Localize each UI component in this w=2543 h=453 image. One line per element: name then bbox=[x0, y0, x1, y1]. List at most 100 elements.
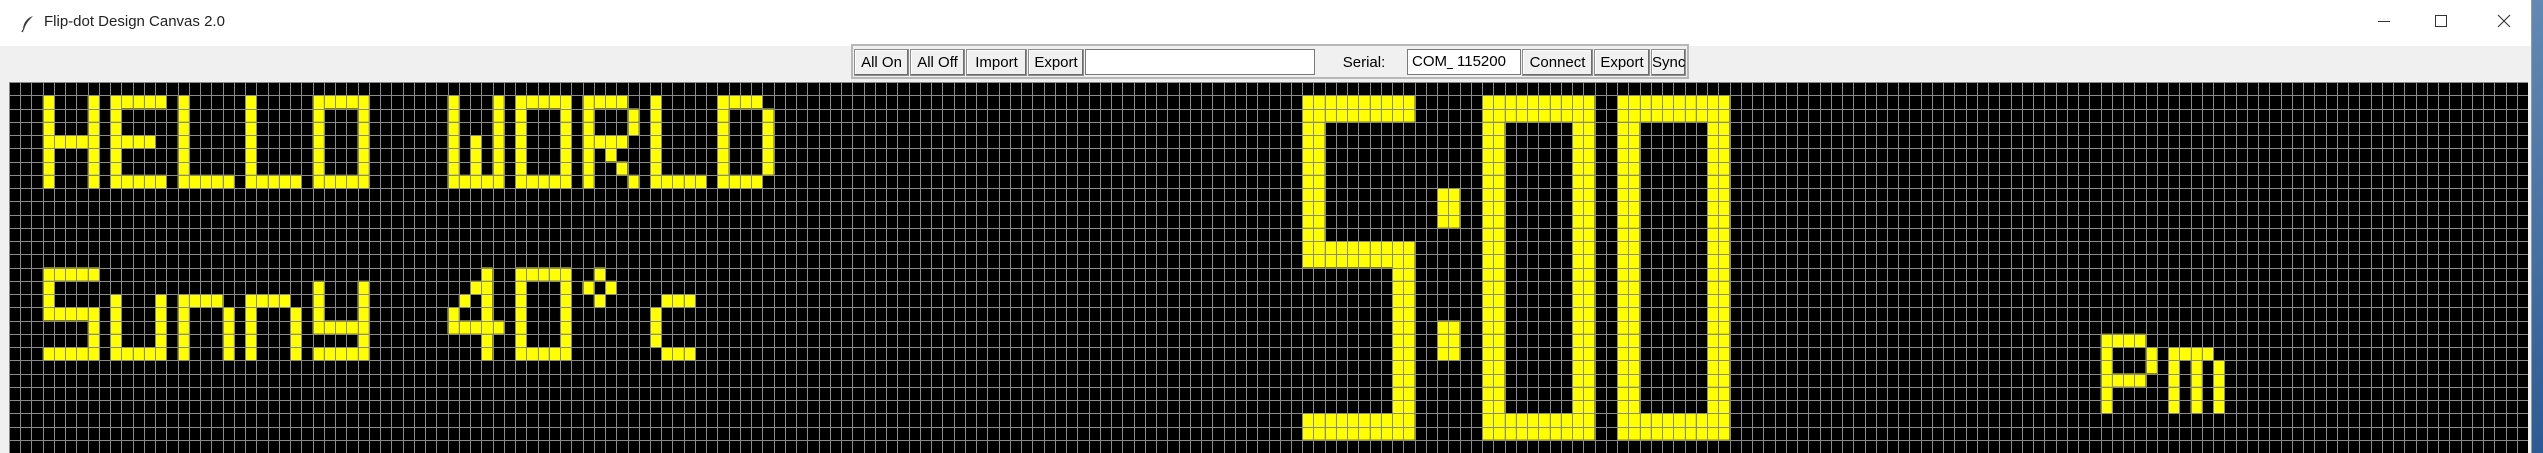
dot-on[interactable] bbox=[1313, 241, 1325, 255]
dot-on[interactable] bbox=[1493, 280, 1505, 294]
dot-on[interactable] bbox=[526, 267, 538, 281]
dot-on[interactable] bbox=[42, 174, 54, 188]
dot-on[interactable] bbox=[2111, 373, 2124, 387]
dot-on[interactable] bbox=[87, 320, 99, 334]
dot-on[interactable] bbox=[1628, 214, 1640, 228]
dot-on[interactable] bbox=[335, 347, 347, 361]
dot-on[interactable] bbox=[1718, 227, 1730, 241]
dot-on[interactable] bbox=[1572, 148, 1584, 162]
dot-on[interactable] bbox=[515, 320, 527, 334]
dot-on[interactable] bbox=[323, 174, 336, 188]
dot-on[interactable] bbox=[1718, 121, 1730, 135]
dot-on[interactable] bbox=[1313, 148, 1325, 162]
dot-on[interactable] bbox=[2190, 360, 2202, 374]
text-input[interactable] bbox=[1085, 49, 1315, 75]
dot-on[interactable] bbox=[1493, 360, 1505, 374]
dot-on[interactable] bbox=[222, 174, 234, 188]
dot-on[interactable] bbox=[560, 294, 572, 308]
dot-on[interactable] bbox=[560, 320, 572, 334]
dot-on[interactable] bbox=[1347, 108, 1359, 122]
dot-on[interactable] bbox=[481, 294, 493, 308]
dot-on[interactable] bbox=[1448, 188, 1460, 202]
dot-on[interactable] bbox=[548, 267, 561, 281]
dot-on[interactable] bbox=[132, 347, 144, 361]
dot-on[interactable] bbox=[357, 320, 369, 334]
dot-on[interactable] bbox=[1583, 95, 1595, 109]
dot-on[interactable] bbox=[1560, 413, 1573, 427]
dot-on[interactable] bbox=[1617, 135, 1629, 149]
dot-on[interactable] bbox=[42, 347, 54, 361]
dot-on[interactable] bbox=[548, 347, 561, 361]
dot-on[interactable] bbox=[672, 174, 684, 188]
dot-on[interactable] bbox=[447, 108, 459, 122]
dot-on[interactable] bbox=[2213, 386, 2225, 400]
dot-on[interactable] bbox=[256, 294, 268, 308]
dot-on[interactable] bbox=[1515, 413, 1528, 427]
dot-on[interactable] bbox=[1504, 413, 1516, 427]
dot-on[interactable] bbox=[1380, 241, 1393, 255]
dot-on[interactable] bbox=[1403, 320, 1415, 334]
dot-on[interactable] bbox=[1572, 320, 1584, 334]
dot-on[interactable] bbox=[582, 135, 594, 149]
dot-on[interactable] bbox=[1493, 347, 1505, 361]
dot-on[interactable] bbox=[1718, 214, 1730, 228]
dot-on[interactable] bbox=[470, 320, 482, 334]
dot-on[interactable] bbox=[1718, 135, 1730, 149]
dot-on[interactable] bbox=[492, 161, 504, 175]
dot-on[interactable] bbox=[1628, 333, 1640, 347]
dot-on[interactable] bbox=[1718, 373, 1730, 387]
dot-on[interactable] bbox=[1628, 201, 1640, 215]
dot-on[interactable] bbox=[2213, 400, 2225, 414]
dot-on[interactable] bbox=[481, 347, 493, 361]
dot-on[interactable] bbox=[1448, 214, 1460, 228]
dot-on[interactable] bbox=[1662, 95, 1674, 109]
dot-on[interactable] bbox=[1617, 254, 1629, 268]
dot-on[interactable] bbox=[1718, 241, 1730, 255]
dot-on[interactable] bbox=[245, 108, 257, 122]
dot-on[interactable] bbox=[312, 135, 324, 149]
dot-on[interactable] bbox=[1707, 214, 1719, 228]
dot-on[interactable] bbox=[762, 108, 774, 122]
dot-on[interactable] bbox=[1538, 426, 1550, 440]
dot-on[interactable] bbox=[42, 280, 54, 294]
dot-on[interactable] bbox=[177, 307, 189, 321]
dot-on[interactable] bbox=[1639, 426, 1651, 440]
dot-on[interactable] bbox=[1482, 386, 1494, 400]
dot-on[interactable] bbox=[1302, 426, 1314, 440]
dot-on[interactable] bbox=[155, 333, 167, 347]
dot-on[interactable] bbox=[245, 320, 257, 334]
dot-on[interactable] bbox=[188, 294, 201, 308]
dot-on[interactable] bbox=[1617, 413, 1629, 427]
dot-on[interactable] bbox=[87, 108, 99, 122]
dot-on[interactable] bbox=[515, 307, 527, 321]
dot-on[interactable] bbox=[1617, 201, 1629, 215]
dot-on[interactable] bbox=[1583, 121, 1595, 135]
dot-on[interactable] bbox=[1718, 400, 1730, 414]
dot-on[interactable] bbox=[177, 121, 189, 135]
dot-on[interactable] bbox=[650, 320, 662, 334]
dot-on[interactable] bbox=[2168, 386, 2180, 400]
dot-on[interactable] bbox=[1369, 254, 1381, 268]
dot-on[interactable] bbox=[2190, 400, 2202, 414]
dot-on[interactable] bbox=[1718, 254, 1730, 268]
dot-on[interactable] bbox=[245, 95, 257, 109]
dot-on[interactable] bbox=[312, 307, 324, 321]
dot-on[interactable] bbox=[1313, 174, 1325, 188]
dot-on[interactable] bbox=[87, 347, 99, 361]
dot-on[interactable] bbox=[211, 174, 223, 188]
dot-on[interactable] bbox=[335, 320, 347, 334]
dot-on[interactable] bbox=[1572, 333, 1584, 347]
dot-on[interactable] bbox=[1403, 267, 1415, 281]
dot-on[interactable] bbox=[650, 174, 662, 188]
dot-on[interactable] bbox=[1628, 373, 1640, 387]
sync-button[interactable]: Sync bbox=[1651, 49, 1686, 76]
dot-on[interactable] bbox=[1583, 188, 1595, 202]
dot-on[interactable] bbox=[1482, 280, 1494, 294]
dot-on[interactable] bbox=[515, 148, 527, 162]
dot-on[interactable] bbox=[1572, 108, 1584, 122]
dot-on[interactable] bbox=[627, 108, 639, 122]
dot-on[interactable] bbox=[87, 121, 99, 135]
dot-on[interactable] bbox=[1583, 347, 1595, 361]
dot-on[interactable] bbox=[492, 148, 504, 162]
dot-on[interactable] bbox=[1572, 161, 1584, 175]
